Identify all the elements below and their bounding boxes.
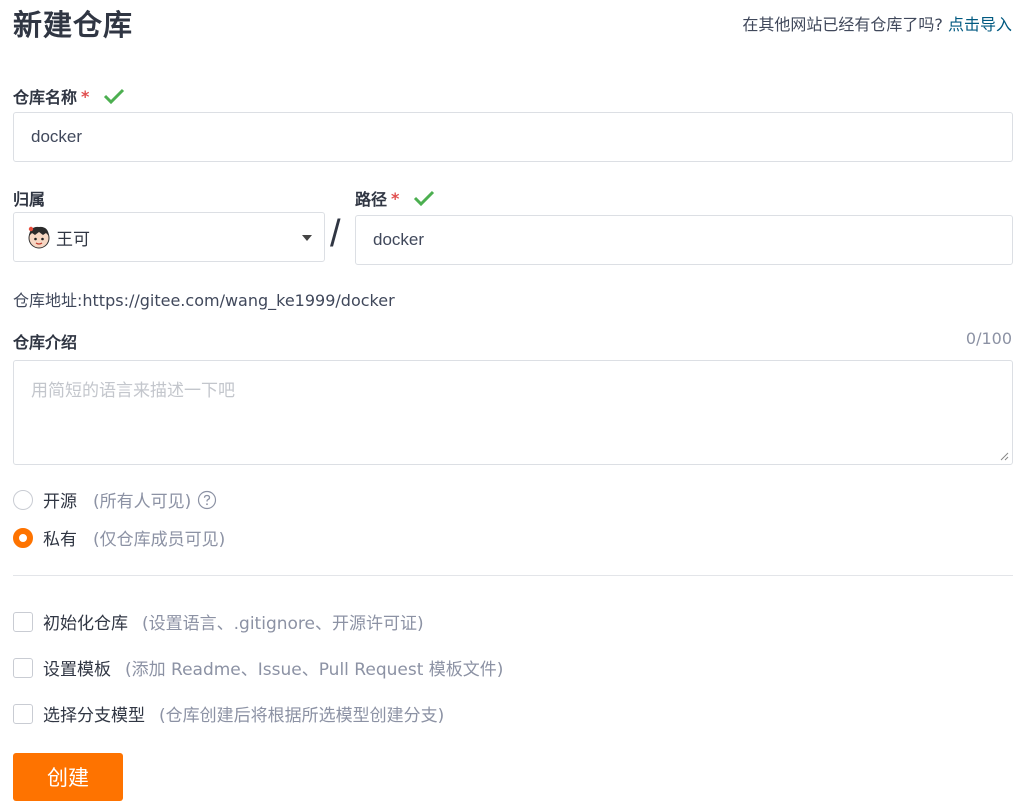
visibility-hint: (所有人可见): [93, 492, 192, 512]
owner-label-text: 归属: [13, 190, 46, 209]
path-label: 路径 *: [355, 186, 435, 210]
required-mark: *: [81, 86, 90, 106]
page-title: 新建仓库: [13, 8, 134, 42]
description-textarea[interactable]: 用简短的语言来描述一下吧: [13, 360, 1013, 465]
visibility-option-private[interactable]: 私有 (仅仓库成员可见): [13, 525, 225, 550]
import-prompt: 在其他网站已经有仓库了吗?: [742, 15, 943, 34]
radio-public[interactable]: [13, 489, 33, 510]
path-input[interactable]: docker: [355, 215, 1013, 265]
repo-address: 仓库地址:https://gitee.com/wang_ke1999/docke…: [13, 291, 395, 310]
repo-name-input[interactable]: docker: [13, 112, 1013, 162]
import-link[interactable]: 点击导入: [948, 15, 1012, 34]
repo-name-label: 仓库名称 *: [13, 84, 125, 108]
path-separator: /: [330, 213, 341, 255]
required-mark: *: [391, 188, 400, 208]
avatar: [28, 226, 50, 249]
import-hint: 在其他网站已经有仓库了吗? 点击导入: [742, 11, 1012, 35]
check-icon: [104, 88, 125, 105]
checkbox[interactable]: [13, 657, 33, 678]
option-label: 选择分支模型: [43, 706, 145, 726]
resize-handle-icon[interactable]: [999, 451, 1009, 461]
owner-name: 王可: [56, 229, 90, 250]
owner-select[interactable]: 王可: [13, 212, 325, 262]
help-icon[interactable]: [197, 490, 217, 510]
checkbox[interactable]: [13, 703, 33, 724]
option-init-repo[interactable]: 初始化仓库 (设置语言、.gitignore、开源许可证): [13, 609, 424, 634]
description-placeholder: 用简短的语言来描述一下吧: [31, 381, 235, 401]
divider: [13, 575, 1013, 576]
owner-label: 归属: [13, 186, 45, 210]
description-label: 仓库介绍: [13, 329, 77, 353]
radio-private[interactable]: [13, 527, 33, 548]
visibility-hint: (仅仓库成员可见): [93, 530, 226, 550]
create-button[interactable]: 创建: [13, 753, 123, 801]
checkbox[interactable]: [13, 611, 33, 632]
description-label-text: 仓库介绍: [13, 333, 78, 352]
option-templates[interactable]: 设置模板 (添加 Readme、Issue、Pull Request 模板文件): [13, 655, 503, 680]
option-branch-model[interactable]: 选择分支模型 (仓库创建后将根据所选模型创建分支): [13, 701, 444, 726]
option-label: 初始化仓库: [43, 614, 128, 634]
option-hint: (添加 Readme、Issue、Pull Request 模板文件): [125, 660, 504, 680]
char-counter: 0/100: [965, 329, 1012, 348]
check-icon: [414, 190, 435, 207]
option-label: 设置模板: [43, 660, 111, 680]
path-label-text: 路径: [355, 190, 388, 209]
chevron-down-icon: [302, 235, 312, 241]
repo-name-label-text: 仓库名称: [13, 88, 78, 107]
option-hint: (设置语言、.gitignore、开源许可证): [142, 614, 424, 634]
option-hint: (仓库创建后将根据所选模型创建分支): [159, 706, 445, 726]
visibility-label: 私有: [43, 530, 77, 550]
visibility-option-public[interactable]: 开源 (所有人可见): [13, 487, 217, 512]
visibility-label: 开源: [43, 492, 77, 512]
